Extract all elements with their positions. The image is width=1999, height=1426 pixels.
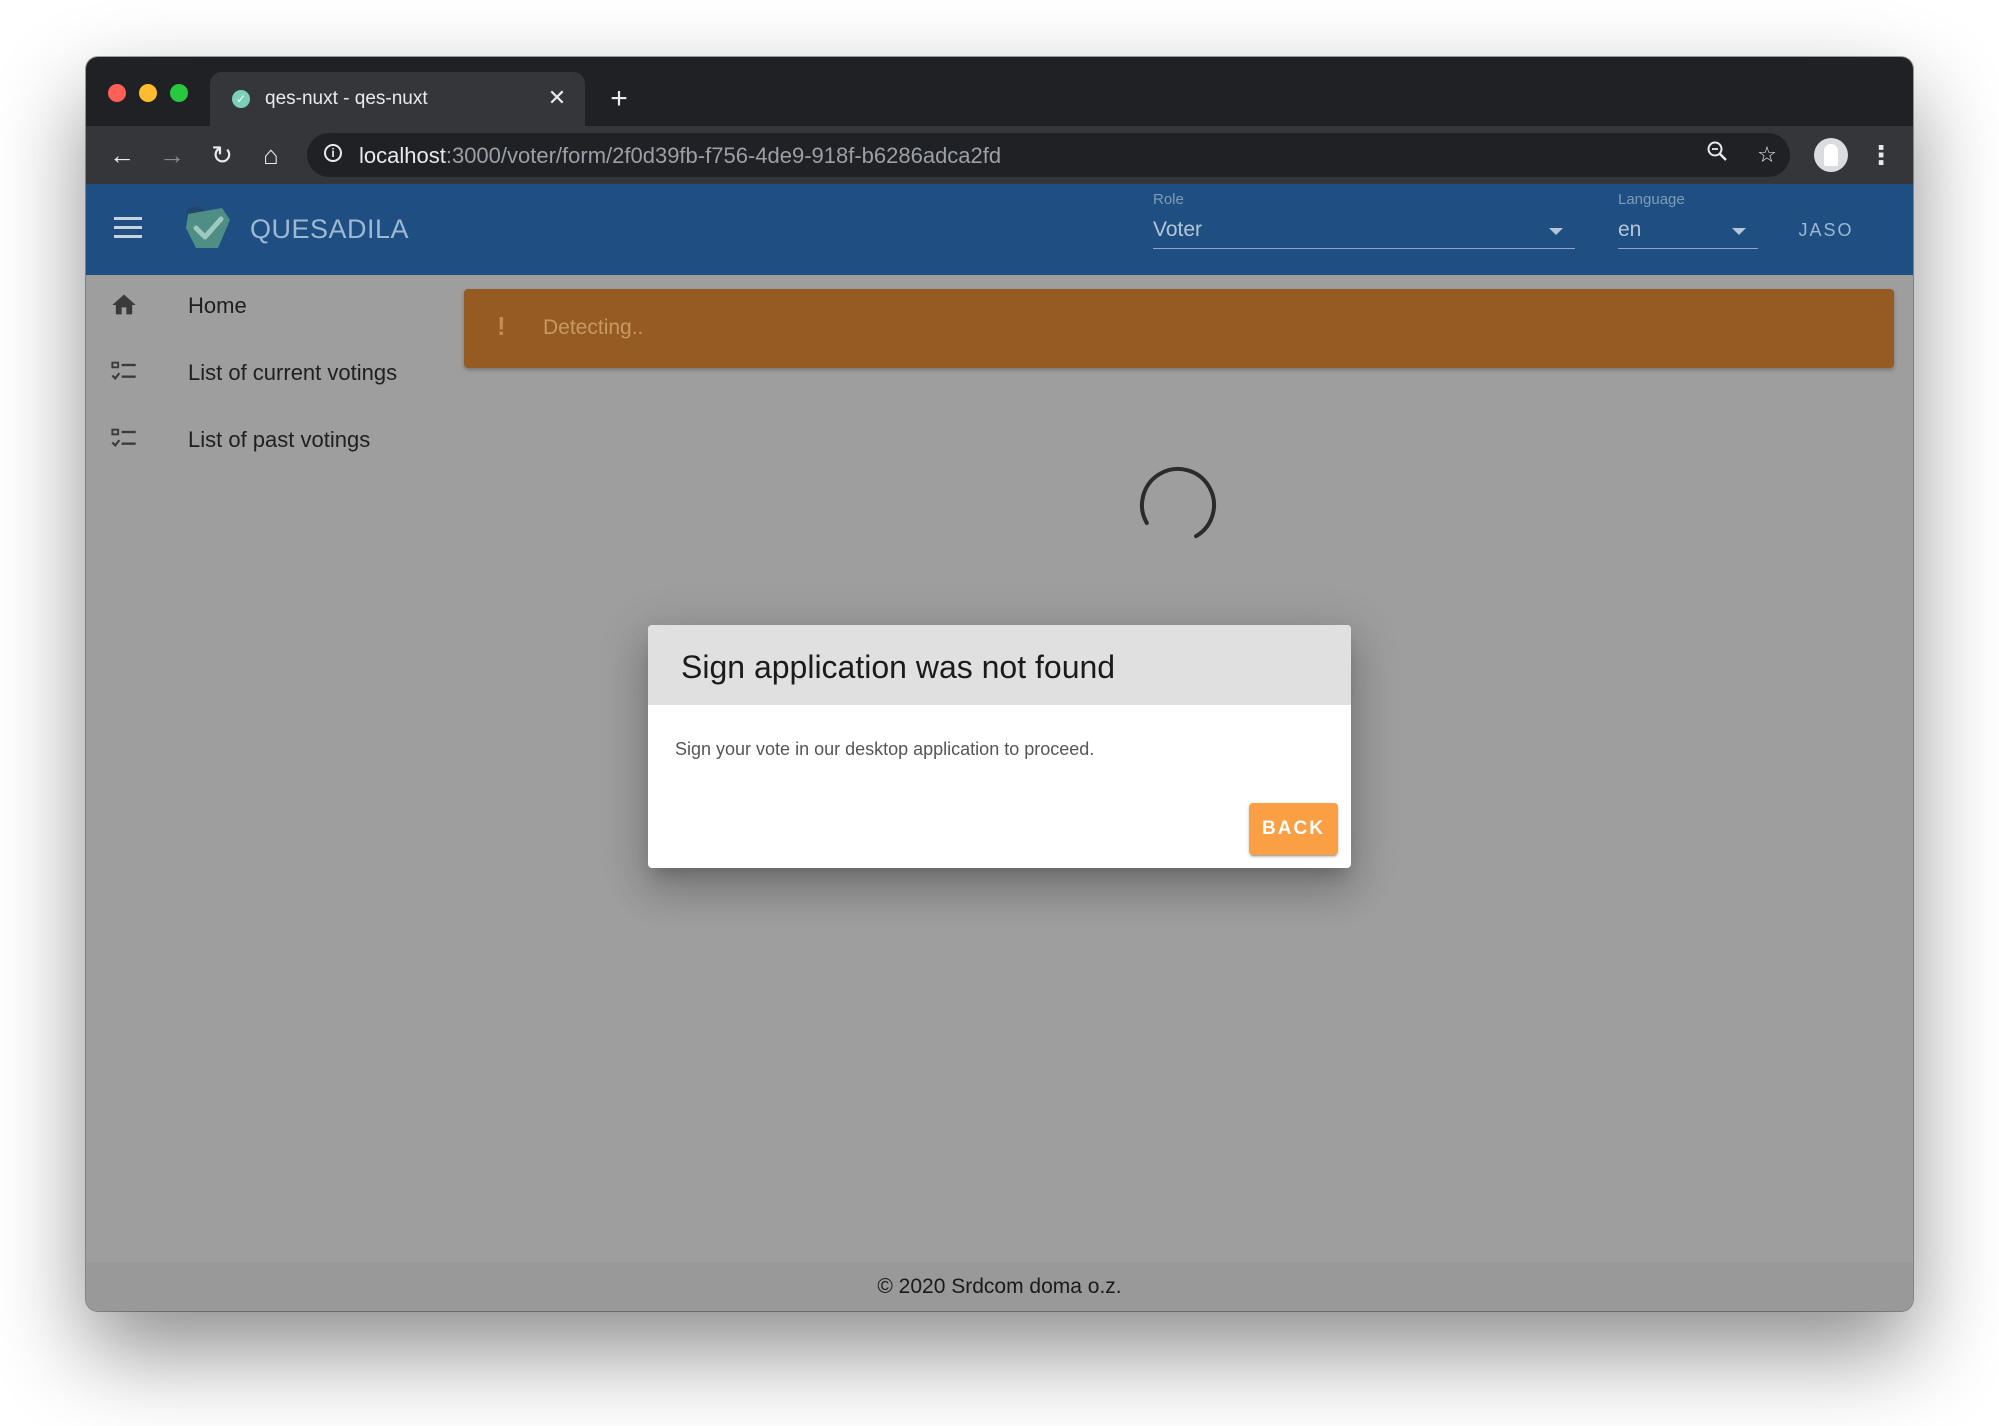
close-tab-icon[interactable]: ✕ — [543, 84, 571, 112]
url-text[interactable]: localhost:3000/voter/form/2f0d39fb-f756-… — [359, 143, 1001, 169]
language-dropdown-icon — [1732, 228, 1746, 235]
sign-app-not-found-dialog: Sign application was not found Sign your… — [648, 625, 1351, 868]
checklist-icon — [110, 425, 138, 453]
role-select[interactable]: Role Voter — [1153, 188, 1575, 249]
checklist-icon — [110, 358, 138, 386]
sidebar-item-label: Home — [188, 293, 247, 318]
site-info-icon[interactable]: i — [324, 144, 342, 162]
role-dropdown-icon — [1549, 228, 1563, 235]
user-button[interactable]: JASO — [1786, 212, 1866, 248]
sidebar-item-past-votings[interactable]: List of past votings — [86, 409, 464, 469]
dialog-message: Sign your vote in our desktop applicatio… — [675, 739, 1095, 759]
footer-text: © 2020 Srdcom doma o.z. — [877, 1275, 1122, 1298]
browser-tab[interactable]: ✓ qes-nuxt - qes-nuxt ✕ — [210, 72, 585, 126]
dialog-header: Sign application was not found — [648, 625, 1351, 705]
tab-title: qes-nuxt - qes-nuxt — [265, 88, 428, 109]
zoom-window-button[interactable] — [170, 84, 188, 102]
sidebar-item-label: List of past votings — [188, 427, 371, 452]
minimize-window-button[interactable] — [139, 84, 157, 102]
browser-toolbar: ← → ↻ ⌂ i localhost:3000/voter/form/2f0d… — [86, 126, 1913, 184]
url-path: :3000/voter/form/2f0d39fb-f756-4de9-918f… — [445, 143, 1002, 168]
sidebar: Home List of current votings List of pas… — [86, 275, 464, 1245]
back-button[interactable]: BACK — [1249, 803, 1338, 855]
detecting-alert: ! Detecting.. — [464, 289, 1894, 368]
language-value: en — [1618, 218, 1642, 241]
browser-window: ✓ qes-nuxt - qes-nuxt ✕ + ← → ↻ ⌂ i loca… — [86, 57, 1913, 1311]
reload-icon[interactable]: ↻ — [203, 136, 241, 174]
role-value: Voter — [1153, 218, 1203, 241]
home-browser-icon[interactable]: ⌂ — [252, 136, 290, 174]
footer: © 2020 Srdcom doma o.z. — [86, 1262, 1913, 1311]
zoom-icon[interactable] — [1701, 139, 1733, 171]
app-brand: QUESADILA — [250, 214, 410, 244]
language-label: Language — [1618, 191, 1685, 208]
role-label: Role — [1153, 191, 1184, 208]
url-host: localhost — [359, 143, 446, 168]
home-icon — [110, 291, 138, 319]
more-menu-icon[interactable]: ⋮ — [1862, 136, 1900, 174]
language-select[interactable]: Language en — [1618, 188, 1758, 249]
quesadila-logo — [178, 198, 234, 254]
new-tab-button[interactable]: + — [601, 81, 637, 117]
sidebar-item-current-votings[interactable]: List of current votings — [86, 342, 464, 402]
tab-strip: ✓ qes-nuxt - qes-nuxt ✕ + — [86, 57, 1913, 126]
close-window-button[interactable] — [108, 84, 126, 102]
dialog-title: Sign application was not found — [681, 649, 1116, 685]
favicon-icon: ✓ — [232, 90, 250, 108]
back-arrow-icon[interactable]: ← — [103, 136, 141, 174]
address-bar[interactable]: i localhost:3000/voter/form/2f0d39fb-f75… — [307, 133, 1790, 177]
alert-text: Detecting.. — [543, 316, 644, 339]
profile-avatar[interactable] — [1814, 138, 1848, 172]
forward-arrow-icon[interactable]: → — [153, 136, 191, 174]
sidebar-item-home[interactable]: Home — [86, 275, 464, 335]
bookmark-star-icon[interactable]: ☆ — [1751, 139, 1783, 171]
sidebar-item-label: List of current votings — [188, 360, 398, 385]
menu-icon[interactable] — [114, 217, 142, 239]
app-bar: QUESADILA Role Voter Language en JASO — [86, 184, 1913, 275]
alert-exclamation-icon: ! — [497, 311, 506, 341]
loading-spinner — [1132, 459, 1224, 551]
